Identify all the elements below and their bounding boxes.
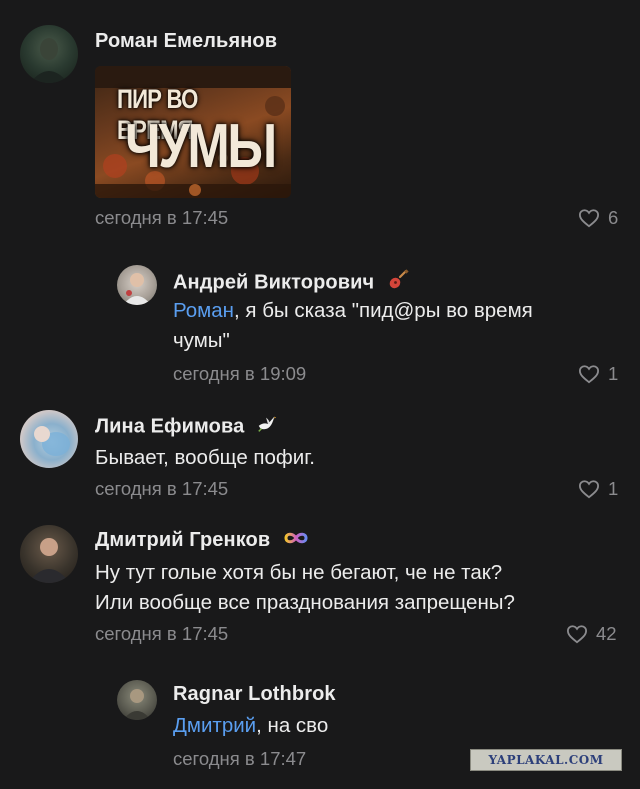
mention-link[interactable]: Роман — [173, 299, 234, 322]
author-name[interactable]: Роман Емельянов — [95, 30, 277, 53]
author-name[interactable]: Андрей Викторович — [173, 268, 410, 298]
author-name[interactable]: Лина Ефимова — [95, 413, 278, 441]
timestamp: сегодня в 17:45 — [95, 207, 229, 228]
avatar[interactable] — [117, 265, 157, 305]
timestamp: сегодня в 17:45 — [95, 623, 229, 644]
like-button[interactable]: 6 — [578, 207, 618, 229]
avatar[interactable] — [20, 525, 78, 583]
like-count: 6 — [608, 207, 619, 228]
comment-text-line: , я бы сказа "пид@ры во время — [234, 299, 533, 322]
infinity-icon — [282, 529, 310, 552]
mention-link[interactable]: Дмитрий — [173, 714, 256, 737]
heart-icon — [566, 624, 588, 644]
heart-icon — [578, 479, 600, 499]
timestamp: сегодня в 17:47 — [173, 748, 307, 769]
author-name-text: Андрей Викторович — [173, 271, 375, 294]
comment-text: Роман, я бы сказа "пид@ры во время чумы" — [173, 296, 613, 356]
comment-text-line: Ну тут голые хотя бы не бегают, че не та… — [95, 561, 503, 584]
avatar[interactable] — [117, 680, 157, 720]
like-count: 1 — [608, 478, 619, 499]
like-button[interactable]: 1 — [578, 363, 618, 385]
image-caption-main: ЧУМЫ — [125, 112, 277, 181]
comment-text-line: , на сво — [256, 714, 329, 737]
timestamp: сегодня в 17:45 — [95, 478, 229, 499]
heart-icon — [578, 208, 600, 228]
like-count: 1 — [608, 363, 619, 384]
comment-text: Дмитрий, на сво — [173, 711, 613, 741]
comment-text-line: чумы" — [173, 329, 230, 352]
comment-text: Бывает, вообще пофиг. — [95, 443, 615, 473]
avatar[interactable] — [20, 410, 78, 468]
like-button[interactable]: 1 — [578, 478, 618, 500]
dove-icon — [256, 413, 278, 441]
comment-text-line: Или вообще все празднования запрещены? — [95, 591, 515, 614]
comment-text: Ну тут голые хотя бы не бегают, че не та… — [95, 558, 620, 618]
like-button[interactable]: 42 — [566, 623, 617, 645]
heart-icon — [578, 364, 600, 384]
author-name-text: Лина Ефимова — [95, 415, 245, 438]
author-name[interactable]: Дмитрий Гренков — [95, 529, 310, 552]
author-name-text: Дмитрий Гренков — [95, 529, 271, 551]
guitar-icon — [386, 268, 410, 298]
watermark: YAPLAKAL.COM — [470, 749, 622, 771]
author-name[interactable]: Ragnar Lothbrok — [173, 683, 336, 706]
comment-text-line: Бывает, вообще пофиг. — [95, 446, 315, 469]
timestamp: сегодня в 19:09 — [173, 363, 307, 384]
avatar[interactable] — [20, 25, 78, 83]
like-count: 42 — [596, 623, 617, 644]
comment-image[interactable]: ПИР ВО ВРЕМЯ ЧУМЫ — [95, 66, 291, 198]
